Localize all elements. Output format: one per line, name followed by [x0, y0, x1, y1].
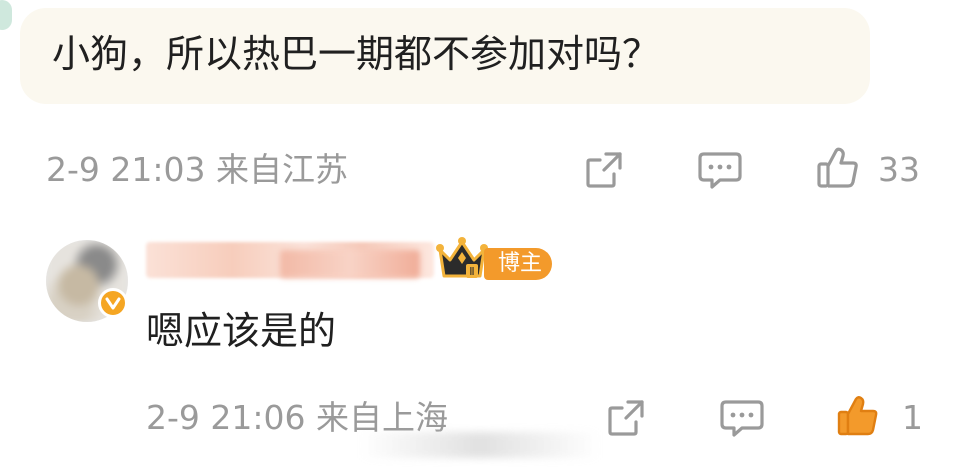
- comment-text: 小狗，所以热巴一期都不参加对吗？: [52, 32, 661, 76]
- share-icon[interactable]: [584, 150, 624, 194]
- comment-bubble[interactable]: 小狗，所以热巴一期都不参加对吗？: [20, 8, 870, 104]
- comment-location: 来自江苏: [216, 150, 348, 189]
- thumbs-up-icon[interactable]: [836, 394, 880, 442]
- reply-like-count: 1: [902, 398, 923, 437]
- crown-icon: Ⅱ: [436, 236, 488, 286]
- thumbs-up-icon[interactable]: [816, 146, 860, 194]
- reply-text: 嗯应该是的: [146, 309, 337, 353]
- verified-icon: [98, 288, 128, 318]
- share-icon[interactable]: [606, 398, 646, 442]
- comment-icon[interactable]: [720, 398, 764, 442]
- comment-icon[interactable]: [698, 150, 742, 194]
- reply-time: 2-9 21:06: [146, 398, 306, 437]
- comment-time: 2-9 21:03: [46, 150, 206, 189]
- left-accent-decoration: [0, 0, 12, 30]
- username-blurred-overlay: [280, 250, 420, 278]
- watermark-smudge: [360, 432, 600, 458]
- blogger-badge: 博主: [484, 248, 553, 280]
- comment-meta: 2-9 21:03 来自江苏: [46, 150, 348, 190]
- svg-text:Ⅱ: Ⅱ: [469, 265, 474, 278]
- comment-like-count: 33: [878, 150, 920, 189]
